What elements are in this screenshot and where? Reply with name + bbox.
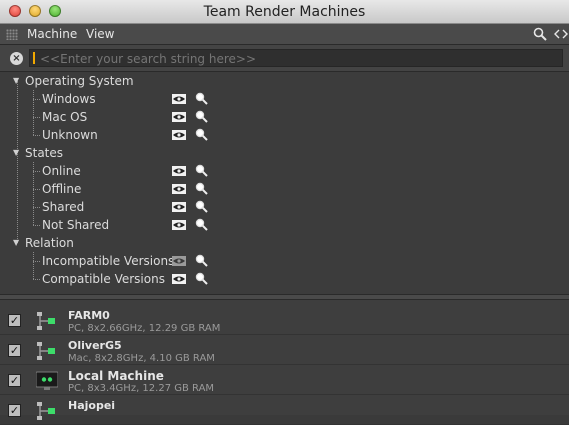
window-title: Team Render Machines [203, 4, 366, 20]
machine-specs: Mac, 8x2.8GHz, 4.10 GB RAM [68, 353, 215, 364]
filter-item-label: Shared [42, 200, 85, 214]
filter-item-windows[interactable]: Windows [0, 90, 220, 108]
menu-machine[interactable]: Machine [27, 27, 77, 41]
disclosure-triangle-icon[interactable]: ▼ [13, 72, 19, 90]
machine-name: Hajopei [68, 399, 116, 412]
machine-row-farm0[interactable]: ✓ FARM0 PC, 8x2.66GHz, 12.29 GB RAM [0, 305, 569, 335]
filter-item-mac-os[interactable]: Mac OS [0, 108, 220, 126]
filter-item-shared[interactable]: Shared [0, 198, 220, 216]
machine-checkbox[interactable]: ✓ [8, 314, 21, 327]
machine-row-oliverg5[interactable]: ✓ OliverG5 Mac, 8x2.8GHz, 4.10 GB RAM [0, 335, 569, 365]
filter-item-not-shared[interactable]: Not Shared [0, 216, 220, 234]
machine-specs: PC, 8x3.4GHz, 12.27 GB RAM [68, 383, 215, 394]
menu-bar: Machine View [0, 24, 569, 45]
magnifier-icon[interactable] [195, 92, 208, 105]
magnifier-icon[interactable] [195, 128, 208, 141]
magnifier-icon[interactable] [195, 272, 208, 285]
machine-name: FARM0 [68, 309, 110, 322]
eye-icon[interactable] [172, 166, 186, 176]
text-caret [33, 52, 35, 64]
machine-name: OliverG5 [68, 339, 122, 352]
machine-row-hajopei[interactable]: ✓ Hajopei [0, 395, 569, 425]
filter-item-label: Mac OS [42, 110, 88, 124]
disclosure-triangle-icon[interactable]: ▼ [13, 144, 19, 162]
filter-item-label: Not Shared [42, 218, 110, 232]
magnifier-icon[interactable] [195, 200, 208, 213]
filter-item-unknown[interactable]: Unknown [0, 126, 220, 144]
filter-item-offline[interactable]: Offline [0, 180, 220, 198]
machine-checkbox[interactable]: ✓ [8, 344, 21, 357]
menu-view[interactable]: View [86, 27, 114, 41]
magnifier-icon[interactable] [195, 254, 208, 267]
filter-item-online[interactable]: Online [0, 162, 220, 180]
title-bar: Team Render Machines [0, 0, 569, 24]
eye-icon[interactable] [172, 274, 186, 284]
machine-row-local-machine[interactable]: ✓ Local Machine PC, 8x3.4GHz, 12.27 GB R… [0, 365, 569, 395]
network-node-icon [37, 312, 55, 330]
machine-name: Local Machine [68, 369, 164, 383]
machine-specs: PC, 8x2.66GHz, 12.29 GB RAM [68, 323, 221, 334]
magnifier-icon[interactable] [195, 218, 208, 231]
filter-group-label: Operating System [25, 74, 134, 88]
search-icon[interactable] [533, 27, 547, 41]
network-node-icon [37, 402, 55, 420]
network-node-icon [37, 342, 55, 360]
filter-item-label: Online [42, 164, 81, 178]
search-input[interactable] [29, 49, 563, 67]
filter-tree: ▼ Operating System Windows Mac OS Unknow… [0, 72, 569, 294]
eye-icon[interactable] [172, 112, 186, 122]
filter-item-label: Compatible Versions [42, 272, 165, 286]
filter-item-compatible-versions[interactable]: Compatible Versions [0, 270, 220, 288]
eye-icon[interactable] [172, 184, 186, 194]
filter-item-label: Unknown [42, 128, 98, 142]
filter-group-label: States [25, 146, 64, 160]
eye-icon[interactable] [172, 130, 186, 140]
filter-group-label: Relation [25, 236, 74, 250]
filter-item-label: Windows [42, 92, 96, 106]
disclosure-triangle-icon[interactable]: ▼ [13, 234, 19, 252]
eye-icon[interactable] [172, 220, 186, 230]
grip-icon[interactable] [6, 29, 18, 40]
search-row: × [0, 45, 569, 72]
clear-search-icon[interactable]: × [10, 52, 23, 65]
filter-item-label: Incompatible Versions [42, 254, 175, 268]
expand-arrows-icon[interactable] [553, 26, 569, 42]
monitor-icon [36, 371, 58, 390]
magnifier-icon[interactable] [195, 164, 208, 177]
eye-hidden-icon[interactable] [172, 256, 186, 266]
magnifier-icon[interactable] [195, 182, 208, 195]
filter-item-incompatible-versions[interactable]: Incompatible Versions [0, 252, 220, 270]
machine-list: ✓ FARM0 PC, 8x2.66GHz, 12.29 GB RAM ✓ Ol… [0, 300, 569, 425]
filter-item-label: Offline [42, 182, 82, 196]
eye-icon[interactable] [172, 94, 186, 104]
eye-icon[interactable] [172, 202, 186, 212]
magnifier-icon[interactable] [195, 110, 208, 123]
machine-checkbox[interactable]: ✓ [8, 404, 21, 417]
machine-checkbox[interactable]: ✓ [8, 374, 21, 387]
